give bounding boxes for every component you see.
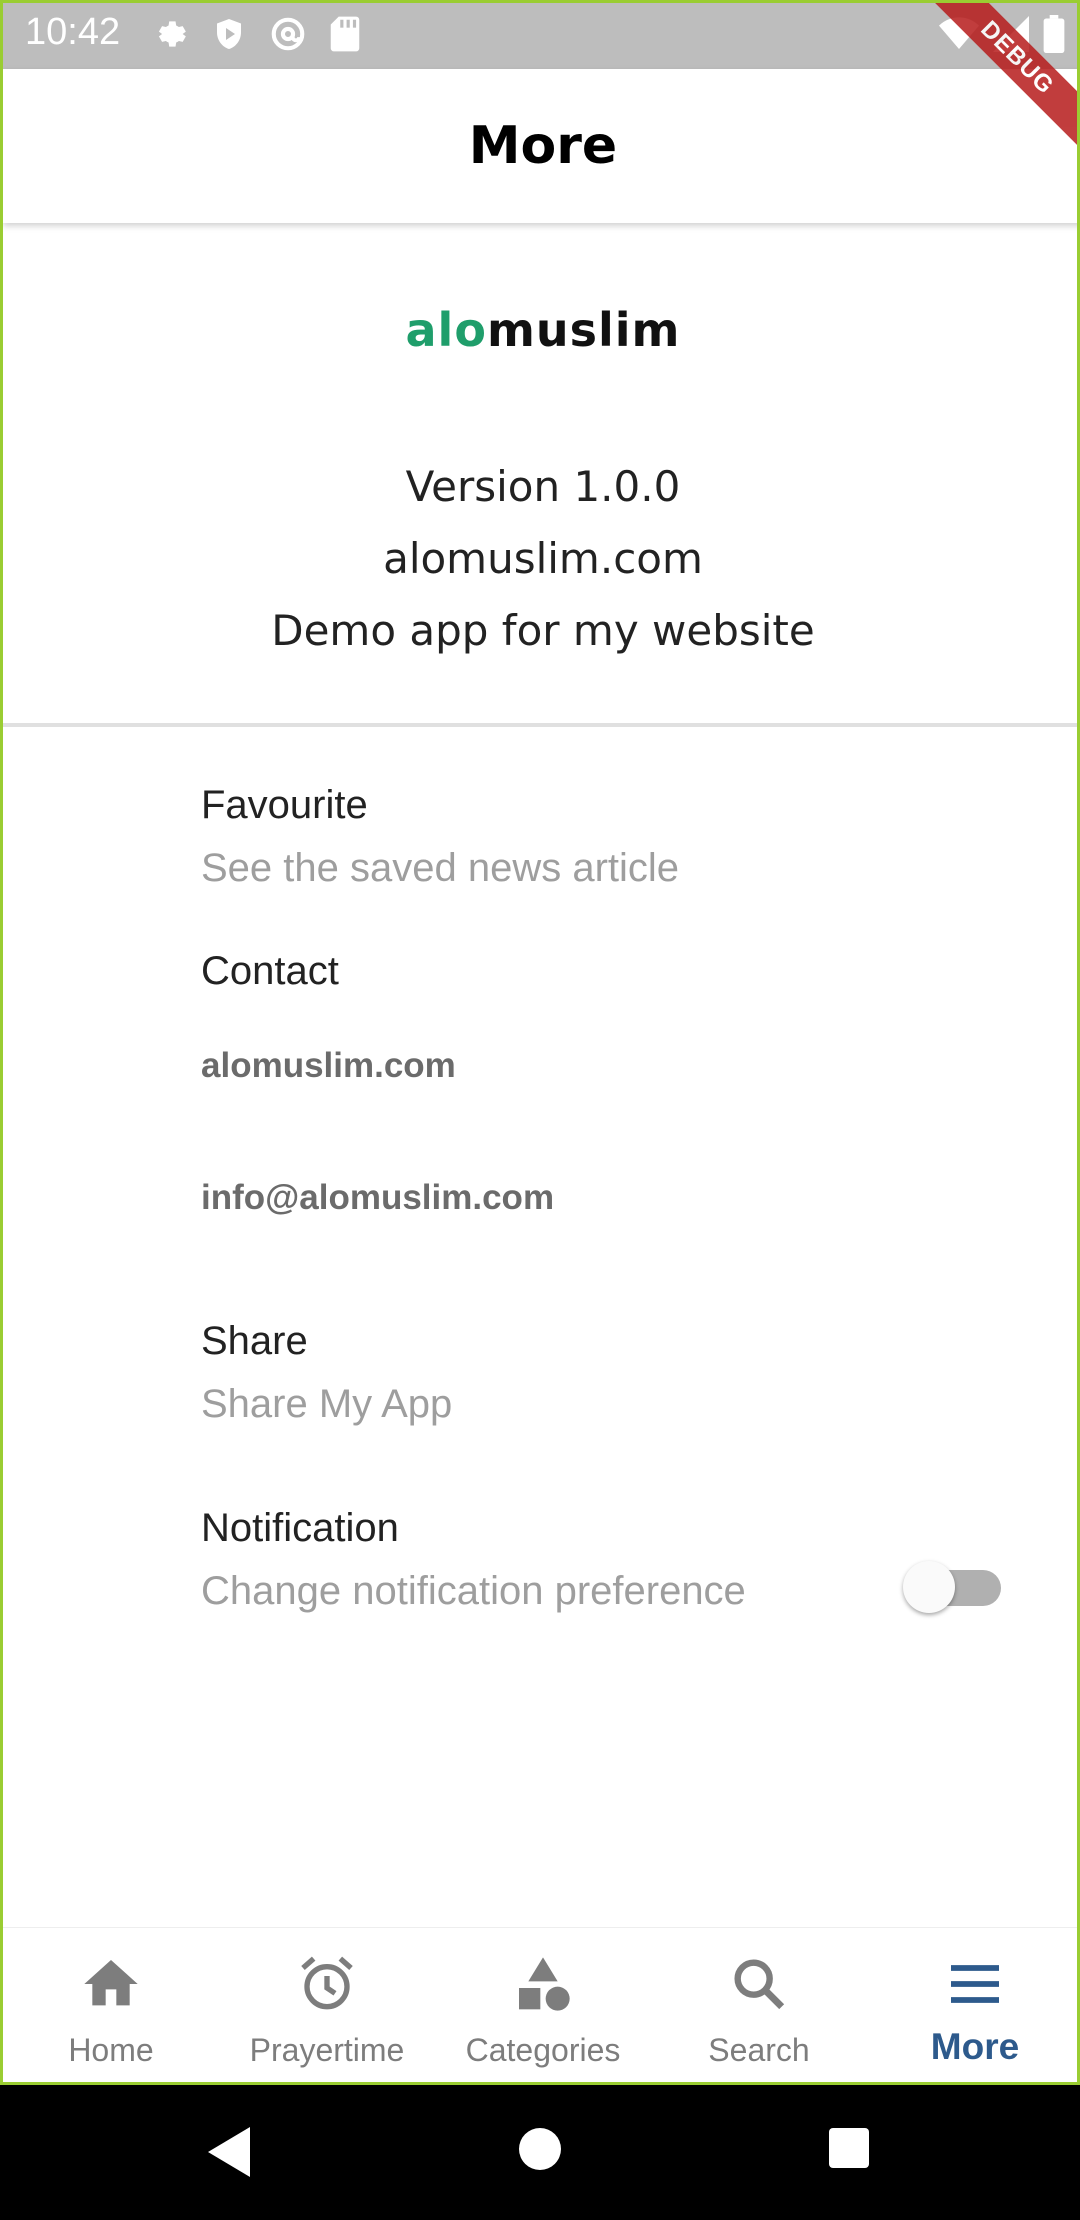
nav-more[interactable]: More — [867, 1928, 1077, 2082]
sd-card-icon — [329, 15, 361, 53]
app-screen: 10:42 DEBUG More alomuslim Version 1.0.0… — [0, 0, 1080, 2085]
notification-toggle[interactable] — [903, 1558, 1003, 1613]
app-bar: More — [3, 69, 1077, 223]
contact-header: Contact — [201, 949, 339, 994]
search-icon — [734, 1959, 785, 2010]
favourite-subtitle: See the saved news article — [201, 846, 680, 890]
at-sign-icon — [269, 15, 307, 53]
home-button-icon[interactable] — [516, 2125, 564, 2173]
shield-icon — [211, 15, 247, 53]
share-subtitle: Share My App — [201, 1382, 453, 1426]
nav-prayertime[interactable]: Prayertime — [219, 1928, 435, 2082]
notification-item[interactable]: Notification Change notification prefere… — [201, 1506, 746, 1614]
page-title: More — [468, 116, 618, 176]
share-title: Share — [201, 1319, 308, 1363]
app-logo: alomuslim — [3, 303, 1077, 357]
nav-search-label: Search — [708, 2032, 810, 2068]
back-icon[interactable] — [204, 2125, 254, 2179]
status-bar: 10:42 — [3, 3, 1077, 69]
nav-categories[interactable]: Categories — [435, 1928, 651, 2082]
home-icon — [84, 1960, 138, 2006]
alarm-icon — [301, 1956, 353, 2010]
website-text: alomuslim.com — [383, 534, 703, 583]
contact-email-link[interactable]: info@alomuslim.com — [201, 1178, 554, 1218]
system-navigation-bar — [0, 2085, 1080, 2220]
battery-icon — [1043, 15, 1065, 57]
categories-icon — [519, 1957, 570, 2011]
share-item[interactable]: Share Share My App — [201, 1319, 452, 1427]
favourite-item[interactable]: Favourite See the saved news article — [201, 783, 679, 891]
version-text: Version 1.0.0 — [405, 462, 681, 511]
logo-part-alo: alo — [405, 303, 487, 357]
favourite-title: Favourite — [201, 783, 368, 827]
settings-icon — [151, 15, 189, 53]
logo-part-muslim: muslim — [486, 303, 681, 357]
nav-search[interactable]: Search — [651, 1928, 867, 2082]
nav-categories-label: Categories — [465, 2032, 621, 2068]
bottom-navigation: Home Prayertime Categories Search More — [3, 1927, 1077, 2082]
notification-subtitle: Change notification preference — [201, 1569, 746, 1613]
menu-icon — [951, 1965, 999, 2003]
nav-more-label: More — [930, 2026, 1020, 2067]
app-info: Version 1.0.0 alomuslim.com Demo app for… — [3, 451, 1077, 667]
contact-title: Contact — [201, 949, 339, 993]
contact-website-link[interactable]: alomuslim.com — [201, 1046, 456, 1086]
description-text: Demo app for my website — [271, 606, 815, 655]
nav-home-label: Home — [68, 2032, 154, 2068]
nav-prayertime-label: Prayertime — [249, 2032, 405, 2068]
notification-title: Notification — [201, 1506, 399, 1550]
recents-icon[interactable] — [826, 2125, 872, 2171]
divider — [3, 723, 1077, 727]
status-time: 10:42 — [25, 11, 121, 53]
toggle-thumb — [903, 1561, 955, 1613]
nav-home[interactable]: Home — [3, 1928, 219, 2082]
